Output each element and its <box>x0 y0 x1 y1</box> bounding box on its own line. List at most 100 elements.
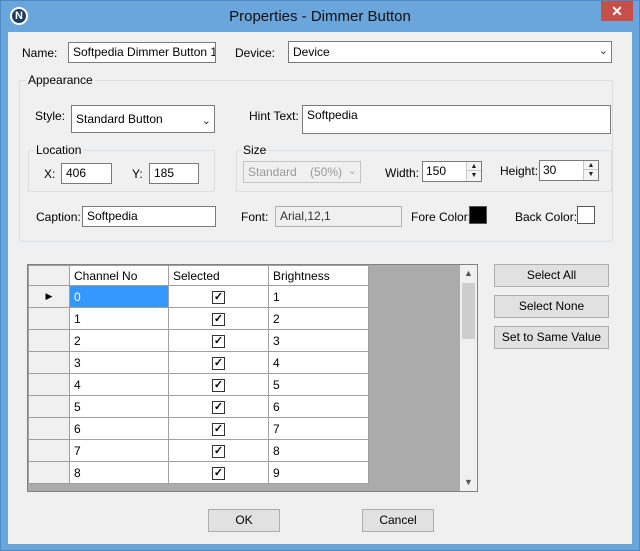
checkbox[interactable]: ✓ <box>212 467 225 480</box>
height-spin-buttons[interactable]: ▲ ▼ <box>583 161 598 180</box>
height-label: Height: <box>500 164 539 178</box>
width-stepper[interactable]: 150 ▲ ▼ <box>422 161 482 182</box>
column-header-channel[interactable]: Channel No <box>69 265 169 286</box>
checkbox[interactable]: ✓ <box>212 423 225 436</box>
chevron-down-icon: ⌄ <box>598 45 608 57</box>
table-row[interactable]: 8 ✓ 9 <box>28 461 369 484</box>
selected-cell[interactable]: ✓ <box>168 307 269 330</box>
table-row[interactable]: 6 ✓ 7 <box>28 417 369 440</box>
table-row[interactable]: 4 ✓ 5 <box>28 373 369 396</box>
brightness-cell[interactable]: 9 <box>268 461 369 484</box>
brightness-cell[interactable]: 8 <box>268 439 369 462</box>
hint-text-input[interactable]: Softpedia <box>302 105 611 134</box>
checkbox[interactable]: ✓ <box>212 335 225 348</box>
select-none-button[interactable]: Select None <box>494 295 609 318</box>
row-header-cell[interactable] <box>28 417 70 440</box>
select-all-button[interactable]: Select All <box>494 264 609 287</box>
dialog-body: Name: Softpedia Dimmer Button 1 Device: … <box>8 32 632 544</box>
brightness-cell[interactable]: 4 <box>268 351 369 374</box>
scroll-down-icon[interactable]: ▼ <box>460 474 477 491</box>
table-header-row: Channel No Selected Brightness <box>28 265 369 286</box>
fore-color-swatch[interactable] <box>469 206 487 224</box>
table-body: ▶ 0 ✓ 1 1 ✓ 2 2 ✓ 3 3 ✓ 4 4 ✓ 5 5 ✓ 6 6 ✓ 7 7 ✓ 8 8 ✓ 9 <box>28 285 369 484</box>
table-row[interactable]: 1 ✓ 2 <box>28 307 369 330</box>
name-input[interactable]: Softpedia Dimmer Button 1 <box>68 42 216 63</box>
channel-cell[interactable]: 8 <box>69 461 169 484</box>
checkbox[interactable]: ✓ <box>212 291 225 304</box>
channel-cell[interactable]: 1 <box>69 307 169 330</box>
row-header-cell[interactable] <box>28 461 70 484</box>
row-header-cell[interactable] <box>28 439 70 462</box>
checkbox[interactable]: ✓ <box>212 313 225 326</box>
channel-cell[interactable]: 5 <box>69 395 169 418</box>
table-row[interactable]: 7 ✓ 8 <box>28 439 369 462</box>
height-stepper[interactable]: 30 ▲ ▼ <box>539 160 599 181</box>
selected-cell[interactable]: ✓ <box>168 329 269 352</box>
row-header-cell[interactable]: ▶ <box>28 285 70 308</box>
row-header-cell[interactable] <box>28 351 70 374</box>
spin-up-icon[interactable]: ▲ <box>467 162 481 171</box>
column-header-selected[interactable]: Selected <box>168 265 269 286</box>
selected-cell[interactable]: ✓ <box>168 373 269 396</box>
cancel-button[interactable]: Cancel <box>362 509 434 532</box>
title-bar[interactable]: N Properties - Dimmer Button ✕ <box>1 1 639 32</box>
selected-cell[interactable]: ✓ <box>168 461 269 484</box>
channel-cell[interactable]: 0 <box>69 285 169 308</box>
hint-text-label: Hint Text: <box>249 109 299 123</box>
ok-button[interactable]: OK <box>208 509 280 532</box>
device-select[interactable]: Device ⌄ <box>288 41 612 63</box>
row-header-cell[interactable] <box>28 307 70 330</box>
brightness-cell[interactable]: 6 <box>268 395 369 418</box>
scroll-thumb[interactable] <box>462 283 475 339</box>
caption-input[interactable]: Softpedia <box>82 206 216 227</box>
checkbox[interactable]: ✓ <box>212 357 225 370</box>
close-button[interactable]: ✕ <box>601 1 633 21</box>
font-label: Font: <box>241 210 269 224</box>
brightness-cell[interactable]: 5 <box>268 373 369 396</box>
vertical-scrollbar[interactable]: ▲ ▼ <box>460 265 477 491</box>
row-header-cell[interactable] <box>28 329 70 352</box>
table-row[interactable]: 2 ✓ 3 <box>28 329 369 352</box>
row-header-cell[interactable] <box>28 395 70 418</box>
chevron-down-icon: ⌄ <box>201 115 211 127</box>
channel-cell[interactable]: 3 <box>69 351 169 374</box>
spin-down-icon[interactable]: ▼ <box>467 171 481 180</box>
y-input[interactable]: 185 <box>149 163 199 184</box>
channel-cell[interactable]: 6 <box>69 417 169 440</box>
row-header-cell[interactable] <box>28 373 70 396</box>
selected-cell[interactable]: ✓ <box>168 351 269 374</box>
selected-cell[interactable]: ✓ <box>168 285 269 308</box>
style-select-value: Standard Button <box>76 112 163 126</box>
brightness-cell[interactable]: 1 <box>268 285 369 308</box>
checkbox[interactable]: ✓ <box>212 445 225 458</box>
selected-cell[interactable]: ✓ <box>168 417 269 440</box>
set-same-value-button[interactable]: Set to Same Value <box>494 326 609 349</box>
spin-down-icon[interactable]: ▼ <box>584 170 598 179</box>
scroll-up-icon[interactable]: ▲ <box>460 265 477 282</box>
style-label: Style: <box>35 109 66 123</box>
brightness-cell[interactable]: 3 <box>268 329 369 352</box>
spin-up-icon[interactable]: ▲ <box>584 161 598 170</box>
channel-cell[interactable]: 4 <box>69 373 169 396</box>
font-display[interactable]: Arial,12,1 <box>275 206 402 227</box>
channel-cell[interactable]: 7 <box>69 439 169 462</box>
x-input[interactable]: 406 <box>61 163 112 184</box>
column-header-brightness[interactable]: Brightness <box>268 265 369 286</box>
style-select[interactable]: Standard Button ⌄ <box>71 105 215 133</box>
back-color-swatch[interactable] <box>577 206 595 224</box>
fore-color-label: Fore Color: <box>411 210 472 224</box>
selected-cell[interactable]: ✓ <box>168 439 269 462</box>
width-spin-buttons[interactable]: ▲ ▼ <box>466 162 481 181</box>
table-row[interactable]: ▶ 0 ✓ 1 <box>28 285 369 308</box>
selected-cell[interactable]: ✓ <box>168 395 269 418</box>
channel-grid[interactable]: Channel No Selected Brightness ▶ 0 ✓ 1 1 ✓ 2 2 ✓… <box>27 264 478 492</box>
channel-cell[interactable]: 2 <box>69 329 169 352</box>
checkbox[interactable]: ✓ <box>212 401 225 414</box>
location-group-title: Location <box>34 143 84 157</box>
table-row[interactable]: 3 ✓ 4 <box>28 351 369 374</box>
table-row[interactable]: 5 ✓ 6 <box>28 395 369 418</box>
appearance-group-title: Appearance <box>26 73 95 87</box>
brightness-cell[interactable]: 7 <box>268 417 369 440</box>
checkbox[interactable]: ✓ <box>212 379 225 392</box>
brightness-cell[interactable]: 2 <box>268 307 369 330</box>
